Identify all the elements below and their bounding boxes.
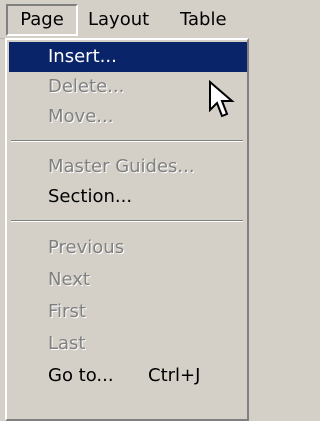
menu-item-label: Section... xyxy=(48,186,133,207)
menu-item-first[interactable]: First xyxy=(9,297,247,327)
menu-item-label: Insert... xyxy=(48,46,117,67)
menu-item-master-guides[interactable]: Master Guides... xyxy=(9,152,247,182)
menu-item-last[interactable]: Last xyxy=(9,329,247,359)
menu-item-shortcut: Ctrl+J xyxy=(148,365,201,386)
menu-item-label: Last xyxy=(48,333,86,354)
menu-item-section[interactable]: Section... xyxy=(9,182,247,212)
menu-page[interactable]: Page xyxy=(6,4,78,36)
menu-item-insert[interactable]: Insert... xyxy=(9,42,247,72)
menu-item-label: Move... xyxy=(48,106,114,127)
menu-item-label: Go to... xyxy=(48,365,114,386)
menu-item-go-to[interactable]: Go to... Ctrl+J xyxy=(9,361,247,391)
mouse-pointer-icon xyxy=(209,80,235,118)
menu-layout[interactable]: Layout xyxy=(88,4,149,36)
menu-item-next[interactable]: Next xyxy=(9,265,247,295)
menu-bar: Page Layout Table xyxy=(0,0,249,39)
menu-item-previous[interactable]: Previous xyxy=(9,233,247,263)
menu-table[interactable]: Table xyxy=(180,4,227,36)
menu-item-label: First xyxy=(48,301,86,322)
menu-item-label: Next xyxy=(48,269,90,290)
menu-item-label: Master Guides... xyxy=(48,156,195,177)
menu-separator xyxy=(11,140,243,142)
menu-item-label: Delete... xyxy=(48,76,125,97)
menu-separator xyxy=(11,220,243,222)
menu-item-label: Previous xyxy=(48,237,125,258)
